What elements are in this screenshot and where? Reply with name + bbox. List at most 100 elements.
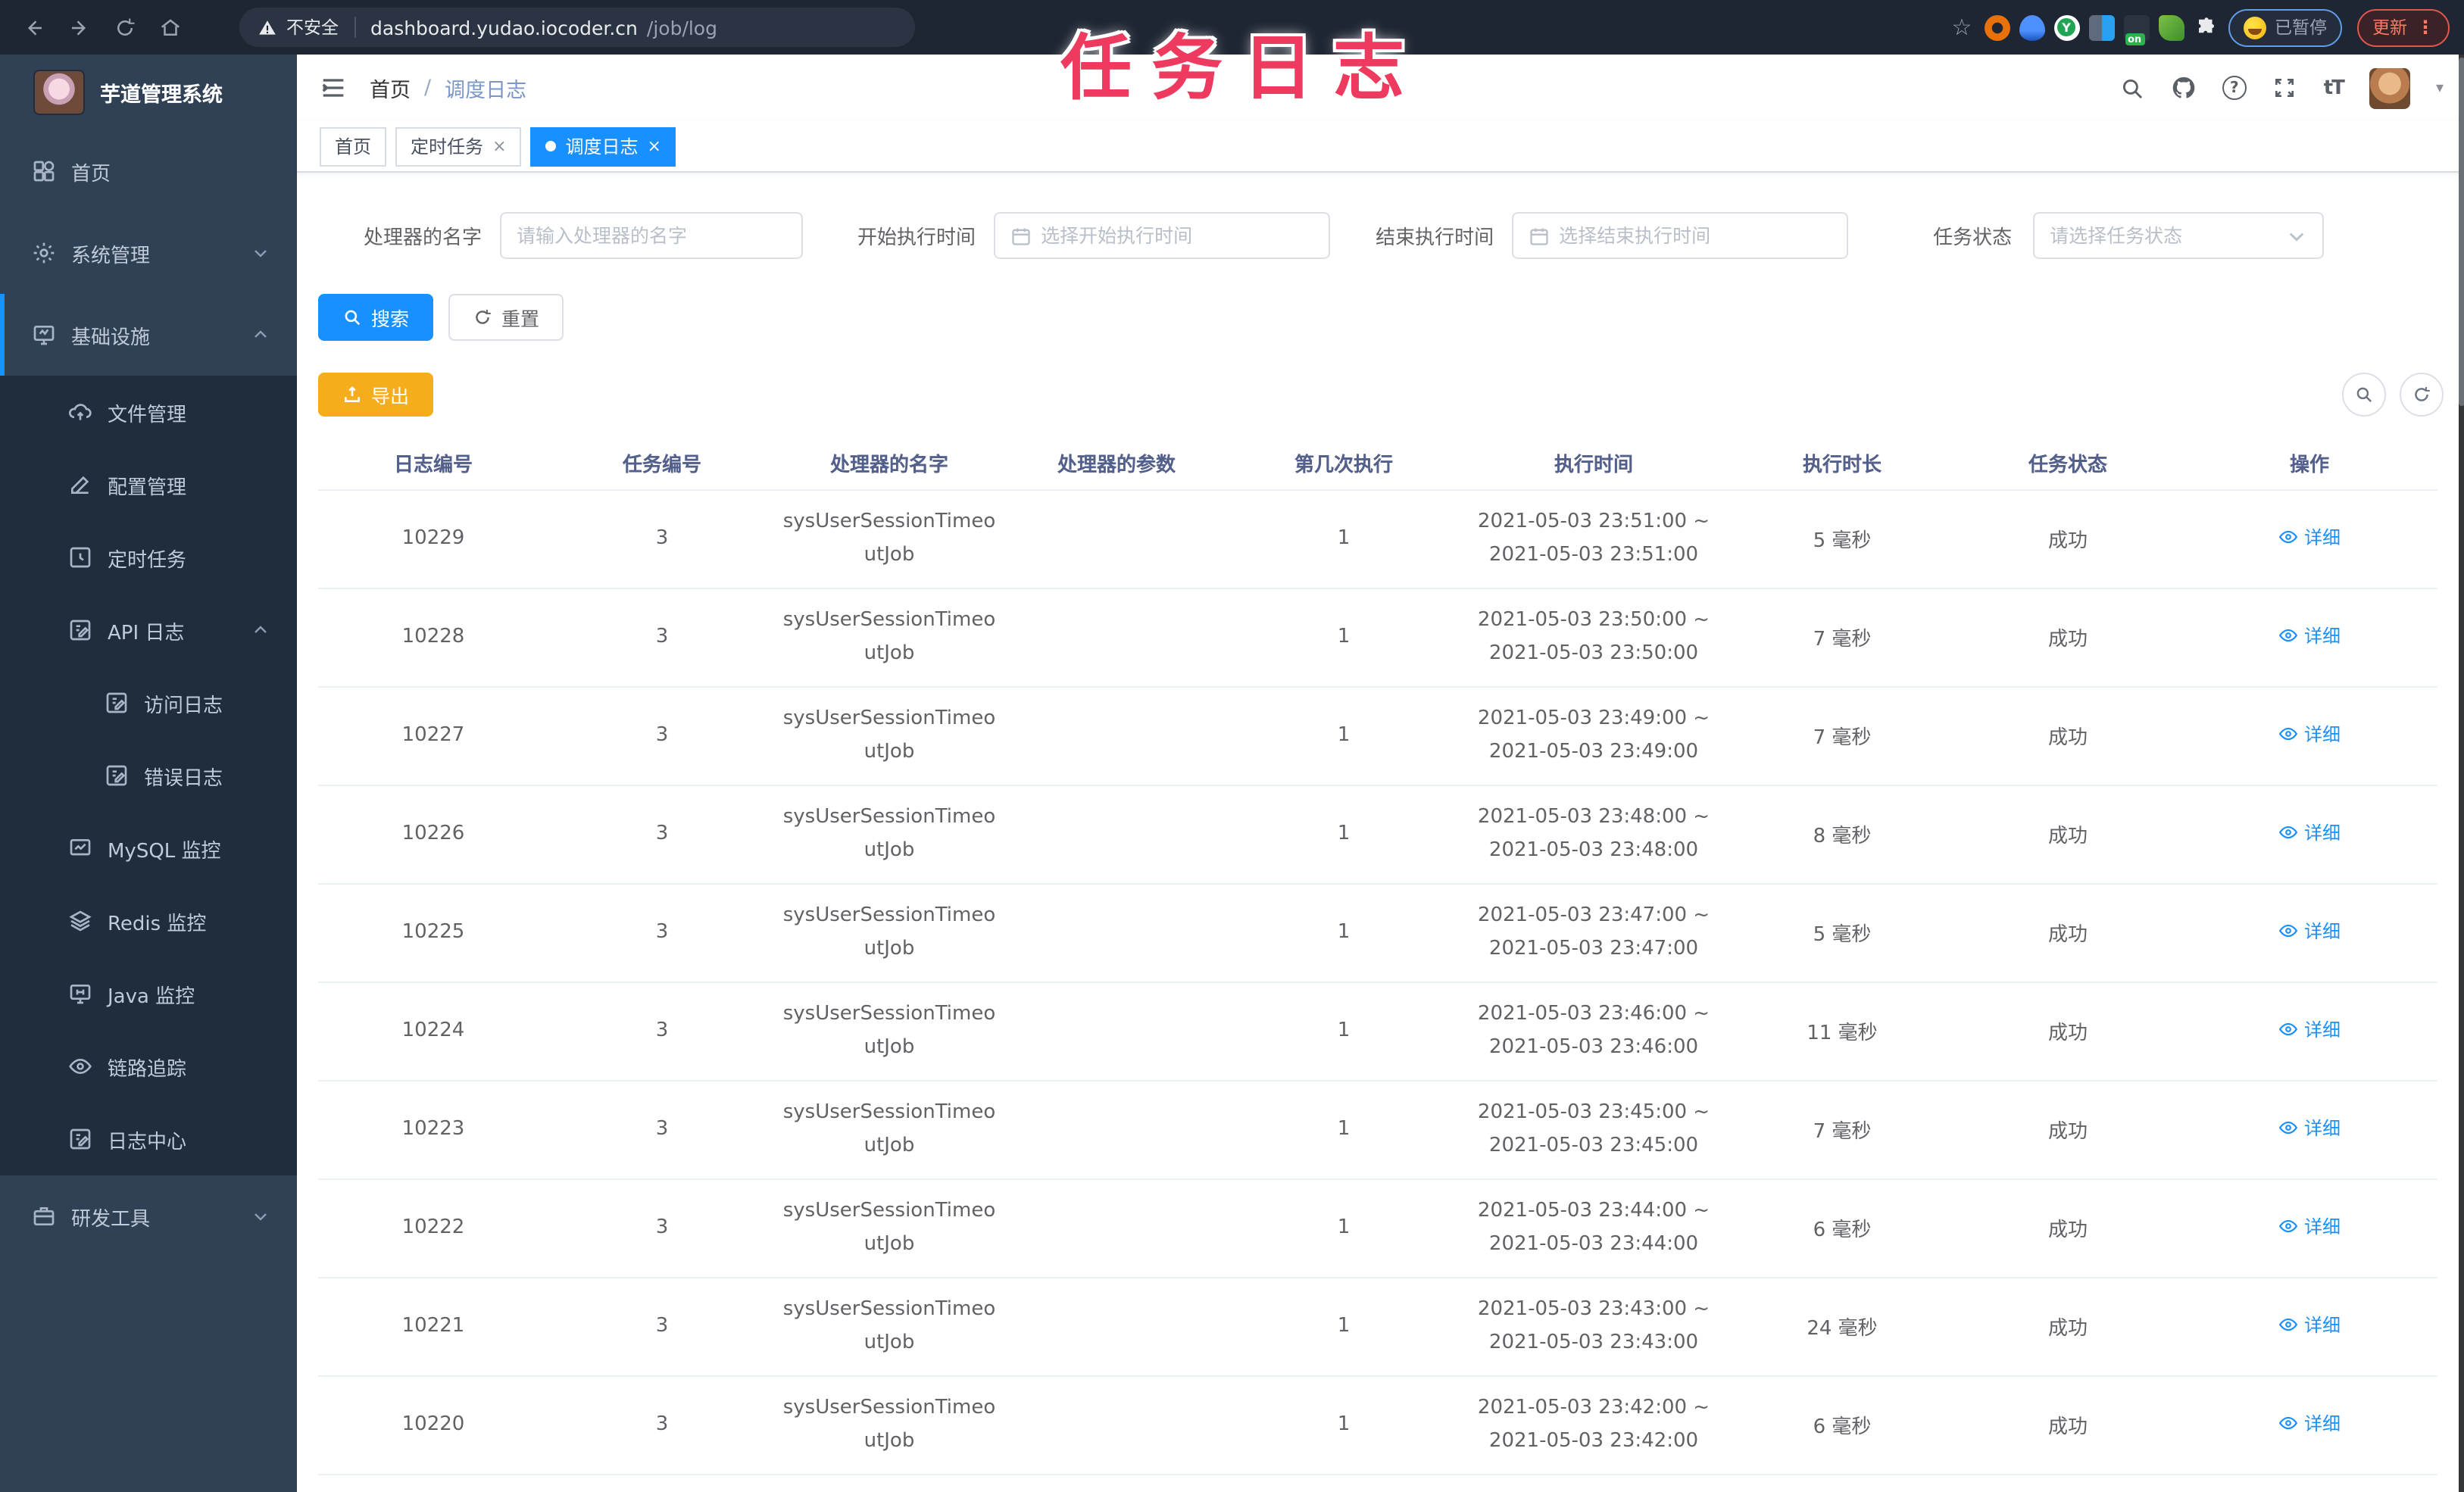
sidebar-item-api-log[interactable]: API 日志 (0, 594, 297, 666)
sidebar-item-mysql-monitor[interactable]: MySQL 监控 (0, 812, 297, 885)
scrollbar-thumb[interactable] (2459, 58, 2464, 406)
sidebar: 芋道管理系统 首页 系统管理 基础设施 文件管理 配置管理 定时任务 API 日… (0, 55, 297, 1492)
handler-cell: sysUserSessionTimeoutJob (776, 982, 1003, 1081)
chevron-down-icon (255, 250, 267, 258)
refresh-icon (476, 310, 491, 324)
time-cell: 2021-05-03 23:45:00 ~ 2021-05-03 23:45:0… (1457, 1080, 1730, 1179)
export-button[interactable]: 导出 (318, 373, 434, 417)
sidebar-item-java-monitor[interactable]: Java 监控 (0, 957, 297, 1030)
address-bar[interactable]: 不安全 dashboard.yudao.iocoder.cn/job/log (239, 8, 915, 47)
sidebar-item-system[interactable]: 系统管理 (0, 212, 297, 294)
tab-home[interactable]: 首页 (320, 126, 387, 166)
breadcrumb-home[interactable]: 首页 (370, 73, 411, 103)
toggle-search-button[interactable] (2342, 373, 2386, 417)
extension-switch-icon[interactable]: on (2123, 14, 2149, 45)
status-label: 任务状态 (1933, 227, 2013, 250)
handler-cell: sysUserSessionTimeoutJob (776, 785, 1003, 884)
forward-icon[interactable] (61, 9, 97, 45)
tab-scheduled-jobs[interactable]: 定时任务 × (395, 126, 522, 166)
handler-input[interactable] (500, 212, 804, 259)
search-button[interactable]: 搜索 (318, 294, 434, 341)
close-icon[interactable]: × (648, 136, 661, 156)
refresh-table-button[interactable] (2400, 373, 2444, 417)
calendar-icon (1012, 227, 1030, 245)
extension-orange-icon[interactable] (1984, 14, 2010, 40)
close-icon[interactable]: × (492, 136, 506, 156)
emoji-avatar-icon (2243, 16, 2266, 39)
scrollbar[interactable] (2459, 55, 2464, 1492)
status-field[interactable] (2050, 224, 2278, 247)
user-avatar[interactable] (2369, 67, 2410, 108)
detail-link[interactable]: 详细 (2278, 819, 2341, 845)
duration-cell: 24 毫秒 (1730, 1277, 1954, 1376)
breadcrumb-current: 调度日志 (445, 79, 527, 103)
count-cell: 1 (1230, 1178, 1457, 1278)
bookmark-star-icon[interactable]: ☆ (1949, 14, 1975, 41)
sidebar-item-config-management[interactable]: 配置管理 (0, 448, 297, 521)
sidebar-item-home[interactable]: 首页 (0, 130, 297, 212)
detail-link[interactable]: 详细 (2278, 524, 2341, 550)
eye-icon (2278, 629, 2298, 642)
eye-icon (2278, 727, 2298, 741)
sidebar-item-infrastructure[interactable]: 基础设施 (0, 294, 297, 376)
reset-button[interactable]: 重置 (448, 294, 564, 341)
start-time-field[interactable] (1041, 224, 1314, 247)
sidebar-item-error-log[interactable]: 错误日志 (0, 739, 297, 812)
eye-icon (2278, 924, 2298, 938)
detail-link[interactable]: 详细 (2278, 1312, 2341, 1337)
sidebar-item-access-log[interactable]: 访问日志 (0, 666, 297, 739)
status-select[interactable] (2033, 212, 2325, 259)
handler-field[interactable] (517, 224, 787, 247)
hamburger-icon[interactable] (318, 73, 348, 103)
detail-link[interactable]: 详细 (2278, 1213, 2341, 1239)
font-size-icon[interactable]: tT (2324, 76, 2345, 99)
reload-icon[interactable] (106, 9, 142, 45)
start-time-input[interactable] (994, 212, 1331, 259)
log-id-cell: 10229 (318, 489, 548, 588)
extension-y-icon[interactable]: Y (2053, 14, 2079, 40)
action-cell: 详细 (2181, 489, 2437, 588)
sidebar-item-scheduled-jobs[interactable]: 定时任务 (0, 521, 297, 594)
chevron-up-icon (255, 626, 267, 633)
sidebar-item-tracing[interactable]: 链路追踪 (0, 1030, 297, 1103)
count-cell: 1 (1230, 982, 1457, 1081)
help-icon[interactable]: ? (2222, 76, 2247, 100)
browser-update-button[interactable]: 更新 ⋮ (2357, 8, 2450, 46)
profile-paused-badge[interactable]: 已暂停 (2228, 8, 2342, 46)
detail-link[interactable]: 详细 (2278, 623, 2341, 648)
sidebar-item-file-management[interactable]: 文件管理 (0, 376, 297, 448)
app-logo-row[interactable]: 芋道管理系统 (0, 55, 297, 130)
job-id-cell: 3 (548, 489, 776, 588)
home-icon[interactable] (151, 9, 188, 45)
github-icon[interactable] (2171, 75, 2197, 101)
detail-link[interactable]: 详细 (2278, 721, 2341, 747)
sidebar-item-redis-monitor[interactable]: Redis 监控 (0, 885, 297, 957)
breadcrumb: 首页 / 调度日志 (370, 73, 526, 103)
duration-cell: 6 毫秒 (1730, 1178, 1954, 1278)
back-icon[interactable] (15, 9, 52, 45)
extension-grid-icon[interactable] (2088, 14, 2114, 40)
header-search-icon[interactable] (2119, 75, 2145, 101)
eye-icon (2278, 530, 2298, 544)
end-time-field[interactable] (1559, 224, 1832, 247)
detail-link[interactable]: 详细 (2278, 1016, 2341, 1042)
duration-cell: 7 毫秒 (1730, 686, 1954, 785)
log-id-cell: 10225 (318, 883, 548, 982)
detail-link[interactable]: 详细 (2278, 1115, 2341, 1141)
sidebar-item-dev-tools[interactable]: 研发工具 (0, 1175, 297, 1257)
sidebar-item-log-center[interactable]: 日志中心 (0, 1103, 297, 1175)
security-label: 不安全 (286, 17, 339, 38)
avatar-caret-icon[interactable]: ▾ (2436, 80, 2444, 96)
detail-link[interactable]: 详细 (2278, 918, 2341, 944)
detail-link[interactable]: 详细 (2278, 1410, 2341, 1436)
end-time-input[interactable] (1512, 212, 1849, 259)
kebab-menu-icon[interactable]: ⋮ (2416, 17, 2434, 38)
extension-pin-icon[interactable] (2019, 14, 2044, 40)
extension-leaf-icon[interactable] (2158, 14, 2184, 40)
search-icon (2356, 387, 2372, 403)
eye-icon (2278, 1318, 2298, 1331)
param-cell (1003, 785, 1230, 884)
extensions-puzzle-icon[interactable] (2193, 14, 2219, 40)
fullscreen-icon[interactable] (2272, 75, 2298, 101)
tab-job-log[interactable]: 调度日志 × (530, 126, 676, 166)
